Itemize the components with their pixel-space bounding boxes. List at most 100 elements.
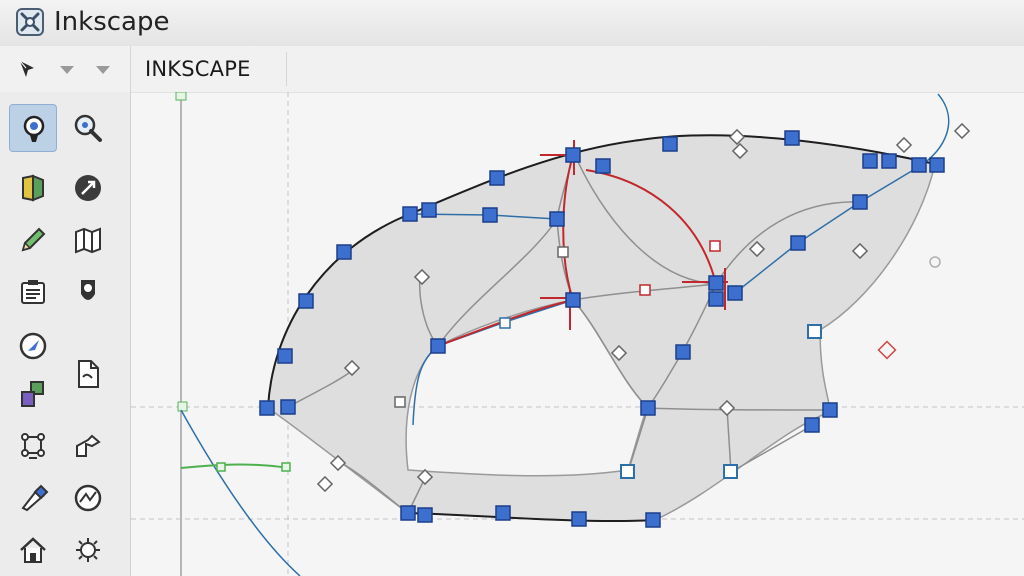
node[interactable] <box>259 400 275 416</box>
node[interactable] <box>430 338 446 354</box>
node[interactable] <box>336 244 352 260</box>
node[interactable] <box>571 511 587 527</box>
node[interactable] <box>723 464 738 479</box>
window-title: Inkscape <box>54 7 170 37</box>
node[interactable] <box>675 344 691 360</box>
toolbox <box>0 92 131 576</box>
node[interactable] <box>557 246 569 258</box>
node[interactable] <box>662 136 678 152</box>
inkscape-logo-icon <box>16 8 44 36</box>
guide-node[interactable] <box>281 462 291 472</box>
node[interactable] <box>790 235 806 251</box>
stray-node[interactable] <box>929 256 941 268</box>
green-guide-path[interactable] <box>180 463 289 469</box>
node[interactable] <box>298 293 314 309</box>
canvas-drawing[interactable] <box>131 92 1024 576</box>
mesh-shape[interactable] <box>267 134 936 522</box>
node[interactable] <box>708 275 724 291</box>
chevron-down-icon[interactable] <box>92 58 114 80</box>
pen-icon <box>21 433 45 459</box>
tool-controls-left <box>0 46 131 92</box>
node[interactable] <box>807 324 822 339</box>
node[interactable] <box>708 291 724 307</box>
page-tool-button[interactable] <box>64 350 112 398</box>
tool-controls-label: INKSCAPE <box>145 57 251 81</box>
node[interactable] <box>881 153 897 169</box>
node[interactable] <box>280 399 296 415</box>
node[interactable] <box>489 170 505 186</box>
guide-node[interactable] <box>216 462 226 472</box>
node[interactable] <box>911 157 927 173</box>
node[interactable] <box>709 240 721 252</box>
node[interactable] <box>400 505 416 521</box>
node[interactable] <box>595 158 611 174</box>
tweak-tool-button[interactable] <box>64 164 112 212</box>
tool-controls-bar: INKSCAPE <box>0 46 1024 93</box>
node[interactable] <box>804 417 820 433</box>
mesh-icon <box>76 434 101 457</box>
node[interactable] <box>549 211 565 227</box>
node[interactable] <box>645 512 661 528</box>
pencil-icon <box>21 227 46 252</box>
node[interactable] <box>402 206 418 222</box>
node[interactable] <box>953 122 971 140</box>
node[interactable] <box>895 136 913 154</box>
drawing-canvas[interactable] <box>131 92 1024 576</box>
node[interactable] <box>394 396 406 408</box>
node[interactable] <box>316 475 334 493</box>
home-icon <box>20 537 46 563</box>
text-tool-button[interactable] <box>9 268 57 316</box>
calligraphy-tool-button[interactable] <box>64 216 112 264</box>
title-bar: Inkscape <box>0 0 1024 47</box>
lpe-icon <box>76 538 100 562</box>
node[interactable] <box>620 464 635 479</box>
stray-node[interactable] <box>877 340 897 360</box>
node[interactable] <box>640 400 656 416</box>
node[interactable] <box>499 317 511 329</box>
node[interactable] <box>727 285 743 301</box>
node[interactable] <box>421 202 437 218</box>
separator <box>286 52 287 86</box>
node[interactable] <box>784 130 800 146</box>
calligraphy-icon <box>75 227 101 254</box>
eraser-tool-button[interactable] <box>64 474 112 522</box>
tweak-icon <box>75 175 101 201</box>
pencil-tool-button[interactable] <box>9 216 57 264</box>
node[interactable] <box>495 505 511 521</box>
shape-builder-icon <box>22 174 44 202</box>
lpe-tool-button[interactable] <box>64 526 112 574</box>
node[interactable] <box>417 507 433 523</box>
spray-tool-button[interactable] <box>64 268 112 316</box>
node[interactable] <box>277 348 293 364</box>
pen-tool-button[interactable] <box>9 422 57 470</box>
guide-anchor[interactable] <box>177 401 188 412</box>
measure-icon <box>19 332 47 360</box>
shape-builder-tool-button[interactable] <box>9 164 57 212</box>
selector-tool-button[interactable] <box>9 104 57 152</box>
blue-path[interactable] <box>180 409 301 576</box>
node[interactable] <box>565 147 581 163</box>
node[interactable] <box>639 284 651 296</box>
spray-icon <box>81 280 95 300</box>
connector-icon <box>21 381 44 407</box>
node[interactable] <box>822 402 838 418</box>
pin-icon[interactable] <box>16 58 38 80</box>
eraser-icon <box>74 484 102 512</box>
text-icon <box>21 280 45 304</box>
node[interactable] <box>565 292 581 308</box>
page-icon <box>78 360 99 388</box>
node[interactable] <box>482 207 498 223</box>
measure-tool-button[interactable] <box>9 322 57 370</box>
node-icon <box>74 114 102 142</box>
mesh-tool-button[interactable] <box>64 422 112 470</box>
node-tool-button[interactable] <box>64 104 112 152</box>
connector-tool-button[interactable] <box>9 370 57 418</box>
node[interactable] <box>852 194 868 210</box>
dropper-tool-button[interactable] <box>9 474 57 522</box>
guide-anchor[interactable] <box>175 92 187 101</box>
node[interactable] <box>929 157 945 173</box>
chevron-down-icon[interactable] <box>56 58 78 80</box>
zoom-tool-button[interactable] <box>9 526 57 574</box>
node[interactable] <box>862 153 878 169</box>
dropper-icon <box>21 484 49 512</box>
